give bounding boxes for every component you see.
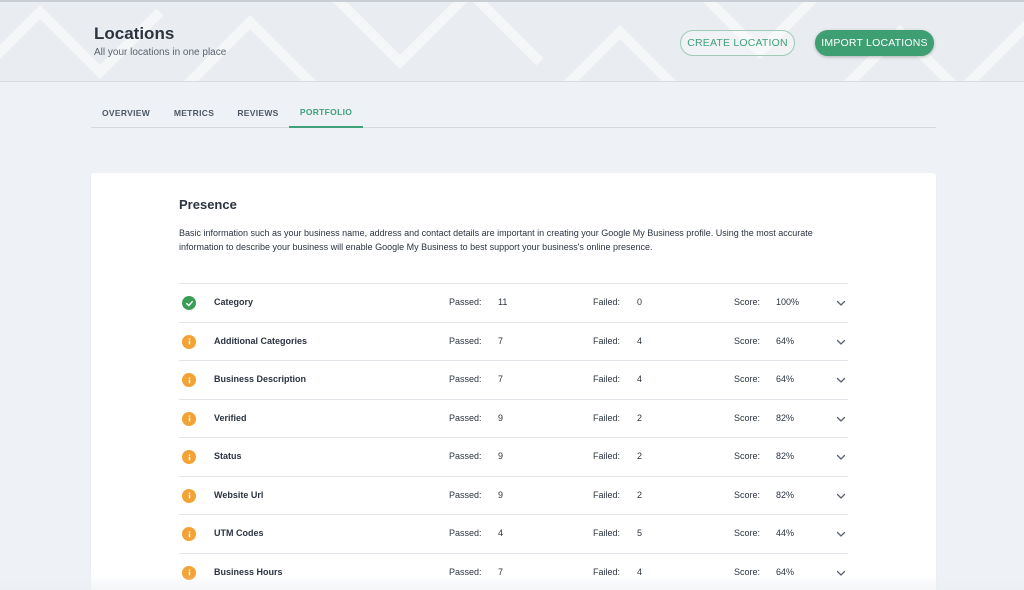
failed-label: Failed:	[593, 374, 621, 384]
table-row[interactable]: UTM Codes Passed: 4 Failed: 5 Score: 44%	[179, 514, 848, 553]
check-name: Business Hours	[214, 566, 283, 577]
failed-value: 2	[637, 412, 643, 423]
check-name: Status	[214, 451, 242, 461]
chevron-down-icon[interactable]	[835, 529, 847, 539]
passed-value: 9	[498, 489, 504, 500]
presence-check-list: Category Passed: 11 Failed: 0 Score: 100% Addit…	[179, 283, 848, 590]
check-circle-icon	[182, 296, 196, 310]
chevron-down-icon[interactable]	[835, 337, 847, 347]
failed-label: Failed:	[593, 451, 621, 461]
failed-label: Failed:	[593, 412, 621, 423]
score-value: 44%	[776, 528, 795, 538]
check-name: Category	[214, 297, 254, 307]
chevron-down-icon[interactable]	[835, 298, 847, 308]
score-label: Score:	[734, 451, 761, 461]
info-circle-icon	[182, 334, 196, 349]
tab-bar: OVERVIEW METRICS REVIEWS PORTFOLIO	[91, 98, 936, 128]
passed-value: 11	[498, 297, 508, 307]
info-circle-icon	[182, 373, 196, 387]
failed-label: Failed:	[593, 489, 621, 500]
section-description: Basic information such as your business …	[179, 228, 813, 252]
page-subtitle: All your locations in one place	[94, 47, 227, 58]
passed-value: 7	[498, 374, 504, 384]
failed-value: 4	[637, 335, 643, 346]
score-value: 82%	[776, 451, 795, 461]
passed-label: Passed:	[449, 374, 482, 384]
tab-overview[interactable]: OVERVIEW	[91, 98, 161, 128]
chevron-down-icon[interactable]	[835, 568, 847, 578]
section-title: Presence	[179, 197, 237, 212]
info-circle-icon	[182, 565, 196, 580]
tab-portfolio[interactable]: PORTFOLIO	[289, 98, 363, 128]
info-circle-icon	[182, 488, 196, 503]
info-circle-icon	[182, 527, 196, 541]
chevron-down-icon[interactable]	[835, 414, 847, 424]
passed-value: 4	[498, 528, 504, 538]
passed-value: 7	[498, 566, 504, 577]
score-label: Score:	[734, 489, 761, 500]
failed-label: Failed:	[593, 528, 621, 538]
table-row[interactable]: Verified Passed: 9 Failed: 2 Score: 82%	[179, 398, 848, 438]
passed-label: Passed:	[449, 297, 482, 307]
failed-label: Failed:	[593, 297, 621, 307]
passed-value: 7	[498, 335, 504, 346]
info-circle-icon	[182, 450, 196, 464]
failed-value: 4	[637, 566, 643, 577]
table-row[interactable]: Website Url Passed: 9 Failed: 2 Score: 82%	[179, 475, 848, 515]
passed-label: Passed:	[449, 489, 482, 500]
check-name: UTM Codes	[214, 528, 264, 538]
check-name: Website Url	[214, 489, 264, 500]
import-locations-button[interactable]: IMPORT LOCATIONS	[815, 30, 934, 56]
table-row[interactable]: Business Hours Passed: 7 Failed: 4 Score: 64%	[179, 552, 848, 590]
passed-label: Passed:	[449, 528, 482, 538]
score-value: 64%	[776, 374, 795, 384]
passed-label: Passed:	[449, 335, 482, 346]
check-name: Verified	[214, 412, 247, 423]
score-value: 82%	[776, 489, 795, 500]
failed-value: 4	[637, 374, 643, 384]
score-value: 64%	[776, 335, 795, 346]
presence-card: Presence Basic information such as your …	[91, 173, 936, 590]
score-label: Score:	[734, 528, 761, 538]
passed-value: 9	[498, 412, 504, 423]
score-value: 64%	[776, 566, 795, 577]
score-value: 100%	[776, 297, 800, 307]
failed-label: Failed:	[593, 566, 621, 577]
passed-label: Passed:	[449, 451, 482, 461]
tab-reviews[interactable]: REVIEWS	[229, 98, 287, 128]
check-name: Additional Categories	[214, 335, 308, 346]
score-label: Score:	[734, 374, 761, 384]
chevron-down-icon[interactable]	[835, 375, 847, 385]
page-header: Locations All your locations in one plac…	[0, 0, 1024, 82]
table-row[interactable]: Category Passed: 11 Failed: 0 Score: 100%	[179, 283, 848, 322]
score-label: Score:	[734, 566, 761, 577]
score-value: 82%	[776, 412, 795, 423]
failed-value: 0	[637, 297, 643, 307]
table-row[interactable]: Business Description Passed: 7 Failed: 4 Scor…	[179, 360, 848, 399]
check-name: Business Description	[214, 374, 307, 384]
chevron-down-icon[interactable]	[835, 452, 847, 462]
table-row[interactable]: Status Passed: 9 Failed: 2 Score: 82%	[179, 437, 848, 476]
score-label: Score:	[734, 412, 761, 423]
passed-label: Passed:	[449, 566, 482, 577]
chevron-down-icon[interactable]	[835, 491, 847, 501]
page-title: Locations	[94, 24, 175, 43]
failed-value: 2	[637, 489, 643, 500]
failed-label: Failed:	[593, 335, 621, 346]
info-circle-icon	[182, 411, 196, 426]
score-label: Score:	[734, 335, 761, 346]
passed-value: 9	[498, 451, 504, 461]
create-location-button[interactable]: CREATE LOCATION	[680, 30, 795, 56]
passed-label: Passed:	[449, 412, 482, 423]
score-label: Score:	[734, 297, 761, 307]
tab-metrics[interactable]: METRICS	[167, 98, 221, 128]
table-row[interactable]: Additional Categories Passed: 7 Failed: 4 Sco…	[179, 321, 848, 361]
failed-value: 2	[637, 451, 643, 461]
failed-value: 5	[637, 528, 643, 538]
